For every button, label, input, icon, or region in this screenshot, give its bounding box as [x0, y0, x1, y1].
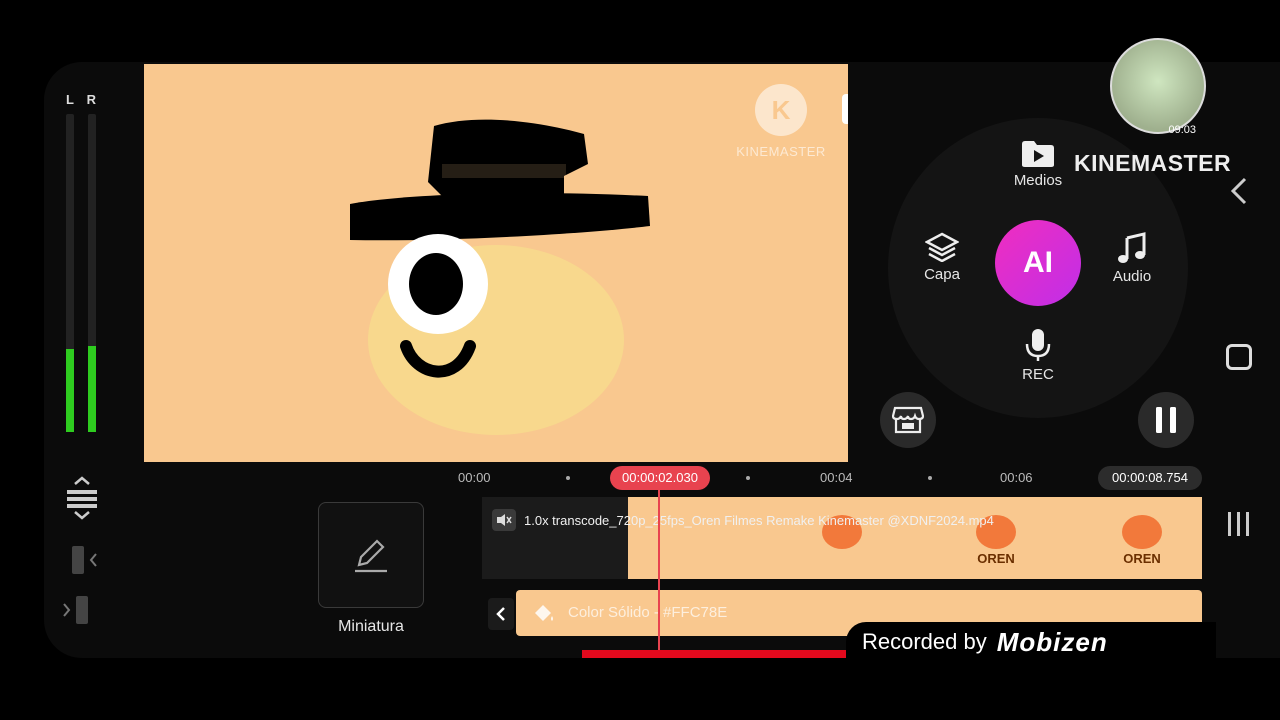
capa-label: Capa: [924, 266, 960, 283]
recorder-watermark: Recorded by Mobizen: [846, 622, 1216, 662]
kinemaster-watermark: K KINEMASTER: [736, 84, 826, 159]
expand-tracks-icon[interactable]: [62, 476, 102, 520]
rec-button[interactable]: REC: [1008, 328, 1068, 383]
layers-icon: [925, 232, 959, 262]
pause-icon: [1156, 407, 1176, 433]
total-time-badge: 00:00:08.754: [1098, 466, 1202, 490]
medios-button[interactable]: Medios: [1006, 140, 1070, 189]
folder-play-icon: [1022, 141, 1054, 167]
recorder-text: Recorded by: [862, 629, 987, 654]
thumbnail-button[interactable]: [318, 502, 424, 608]
video-clip-frames: OREN OREN: [628, 497, 1202, 579]
crown-icon[interactable]: [842, 94, 848, 124]
chevron-left-icon[interactable]: [1228, 176, 1250, 206]
audio-waveform-bar: [582, 650, 878, 658]
tick-dot: [566, 476, 570, 480]
timeline-side-tools: [62, 476, 102, 630]
tick-dot: [746, 476, 750, 480]
meter-left-fill: [66, 349, 74, 432]
avatar-time: 09:03: [1168, 124, 1196, 136]
kinemaster-logo-icon: K: [755, 84, 807, 136]
thumbnail-label: Miniatura: [338, 618, 404, 635]
video-clip-name: 1.0x transcode_720p_25fps_Oren Filmes Re…: [524, 513, 994, 528]
collapse-track-button[interactable]: [488, 598, 514, 630]
asset-store-button[interactable]: [880, 392, 936, 448]
rec-label: REC: [1022, 366, 1054, 383]
color-clip-label: Color Sólido - #FFC78E: [568, 604, 728, 621]
menu-lines-icon[interactable]: [1226, 510, 1252, 538]
mute-icon[interactable]: [492, 509, 516, 531]
meter-right-fill: [88, 346, 96, 432]
tick-dot: [928, 476, 932, 480]
trim-end-icon[interactable]: [62, 590, 102, 630]
clip-frame: OREN: [1114, 515, 1170, 566]
music-note-icon: [1118, 232, 1146, 263]
medios-label: Medios: [1013, 172, 1063, 189]
streamer-avatar: 09:03: [1110, 38, 1206, 136]
tick-label: 00:00: [458, 470, 491, 485]
store-icon: [892, 406, 924, 434]
tick-label: 00:06: [1000, 470, 1033, 485]
audio-label: Audio: [1112, 268, 1152, 285]
audio-level-meter: L R: [62, 92, 102, 437]
meter-left-track: [66, 114, 74, 432]
ai-label: AI: [1023, 246, 1053, 279]
playhead[interactable]: [658, 490, 660, 650]
tick-label: 00:04: [820, 470, 853, 485]
video-preview[interactable]: K KINEMASTER: [144, 64, 848, 462]
meter-right-track: [88, 114, 96, 432]
audio-button[interactable]: Audio: [1102, 232, 1162, 285]
meter-left-label: L: [66, 92, 74, 107]
video-clip-track[interactable]: OREN OREN 1.0x transcode_720p_25fps_Oren…: [482, 497, 1202, 579]
recorder-brand: Mobizen: [996, 626, 1108, 657]
ai-button[interactable]: AI: [995, 220, 1081, 306]
capa-button[interactable]: Capa: [912, 232, 972, 283]
current-time-badge: 00:00:02.030: [610, 466, 710, 490]
frame-label: OREN: [1123, 551, 1161, 566]
pencil-icon: [355, 539, 387, 573]
meter-right-label: R: [86, 92, 96, 107]
microphone-icon: [1025, 329, 1051, 361]
kinemaster-brand-label: KINEMASTER: [1074, 150, 1232, 176]
square-nav-icon[interactable]: [1226, 344, 1252, 370]
frame-label: OREN: [977, 551, 1015, 566]
watermark-text: KINEMASTER: [736, 144, 826, 159]
pause-button[interactable]: [1138, 392, 1194, 448]
chevron-left-icon: [496, 607, 505, 621]
paint-bucket-icon: [535, 605, 553, 621]
trim-start-icon[interactable]: [62, 540, 102, 580]
